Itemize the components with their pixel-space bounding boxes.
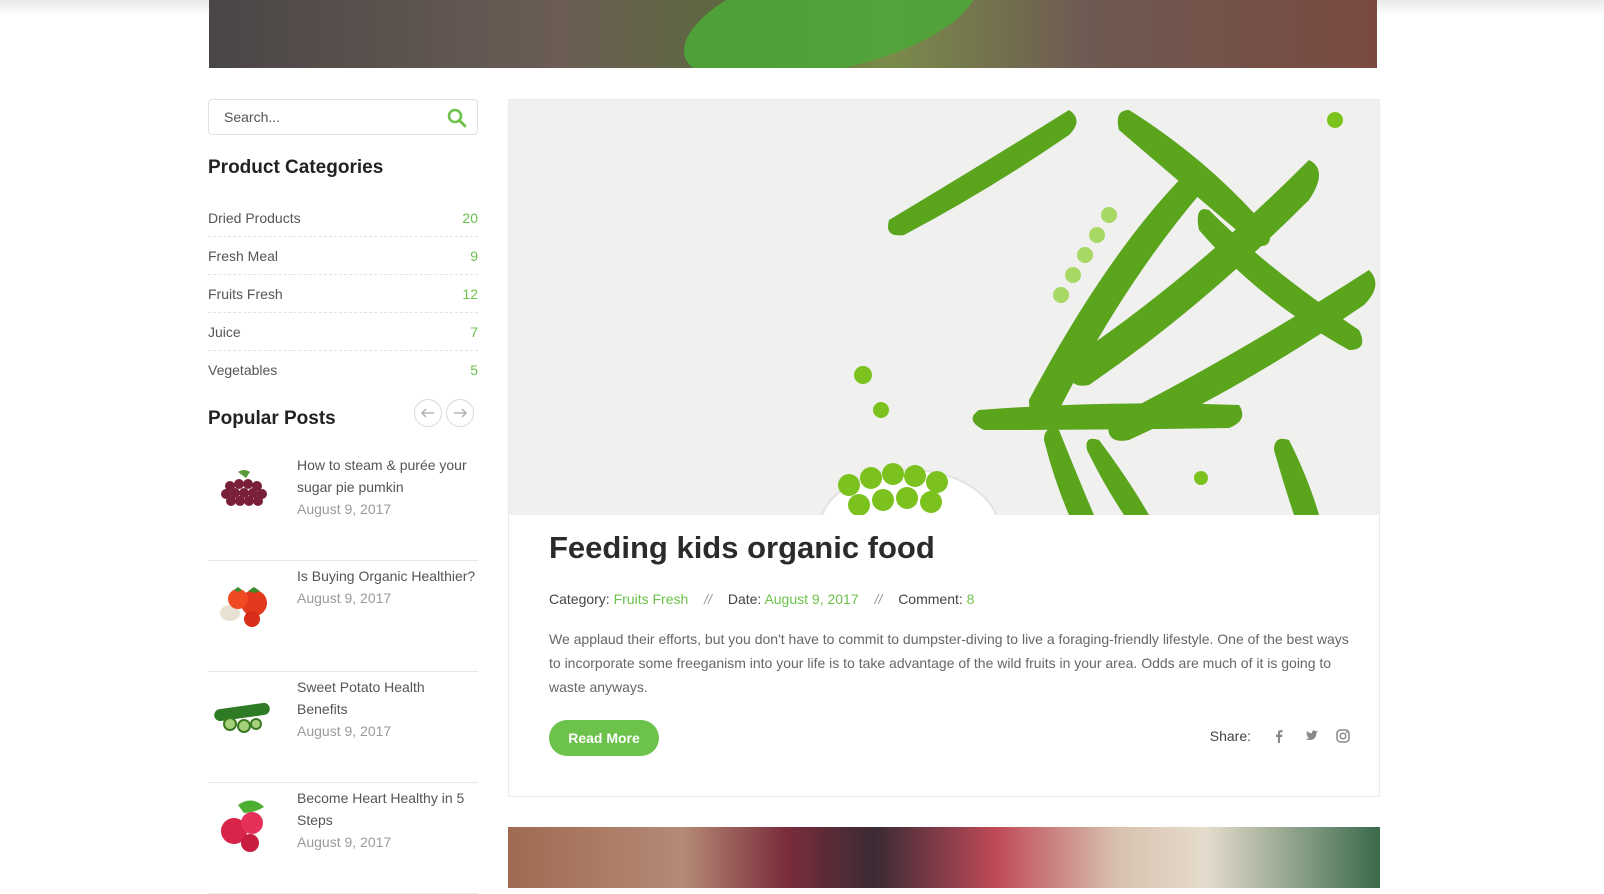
instagram-icon[interactable] — [1335, 728, 1351, 744]
category-count: 9 — [470, 247, 478, 264]
popular-post[interactable]: How to steam & purée your sugar pie pumk… — [208, 450, 478, 561]
post-title[interactable]: Is Buying Organic Healthier? — [297, 565, 477, 587]
popular-posts-list: How to steam & purée your sugar pie pumk… — [208, 450, 478, 894]
category-count: 12 — [462, 285, 478, 302]
popular-posts-title: Popular Posts — [208, 408, 336, 429]
post-text: Become Heart Healthy in 5 Steps August 9… — [297, 787, 477, 850]
next-post-image[interactable] — [508, 827, 1380, 888]
page-banner-image — [209, 0, 1377, 68]
popular-posts-nav — [414, 399, 474, 427]
meta-separator: // — [704, 591, 712, 607]
next-button[interactable] — [446, 399, 474, 427]
post-date: August 9, 2017 — [297, 834, 392, 850]
category-label: Dried Products — [208, 209, 301, 226]
category-label: Fresh Meal — [208, 247, 279, 264]
category-item-fruits-fresh[interactable]: Fruits Fresh 12 — [208, 275, 478, 313]
popular-post[interactable]: Is Buying Organic Healthier? August 9, 2… — [208, 561, 478, 672]
prev-button[interactable] — [414, 399, 442, 427]
post-date: August 9, 2017 — [297, 501, 392, 517]
post-thumbnail-grapes[interactable] — [208, 458, 278, 528]
post-thumbnail-cucumber[interactable] — [208, 680, 278, 750]
post-title[interactable]: Sweet Potato Health Benefits — [297, 676, 477, 720]
read-more-button[interactable]: Read More — [549, 720, 659, 756]
arrow-right-icon — [454, 408, 467, 418]
post-date-link[interactable]: August 9, 2017 — [764, 591, 858, 607]
category-label: Fruits Fresh — [208, 285, 283, 302]
search-icon[interactable] — [447, 108, 467, 128]
share-label: Share: — [1209, 728, 1251, 744]
meta-separator: // — [874, 591, 883, 607]
post-excerpt: We applaud their efforts, but you don't … — [549, 631, 1349, 695]
post-date: August 9, 2017 — [297, 590, 392, 606]
post-title[interactable]: How to steam & purée your sugar pie pumk… — [297, 454, 477, 498]
popular-post[interactable]: Sweet Potato Health Benefits August 9, 2… — [208, 672, 478, 783]
post-text: Sweet Potato Health Benefits August 9, 2… — [297, 676, 477, 739]
post-meta: Category: Fruits Fresh // Date: August 9… — [549, 591, 974, 607]
post-title[interactable]: Become Heart Healthy in 5 Steps — [297, 787, 477, 831]
category-item-juice[interactable]: Juice 7 — [208, 313, 478, 351]
blog-post-card: Feeding kids organic food Category: Frui… — [508, 99, 1380, 797]
category-count: 5 — [470, 362, 478, 378]
category-label: Vegetables — [208, 362, 278, 378]
category-item-fresh-meal[interactable]: Fresh Meal 9 — [208, 237, 478, 275]
popular-post[interactable]: Become Heart Healthy in 5 Steps August 9… — [208, 783, 478, 894]
post-text: How to steam & purée your sugar pie pumk… — [297, 454, 477, 517]
arrow-left-icon — [421, 408, 434, 418]
category-count: 7 — [470, 323, 478, 340]
categories-title: Product Categories — [208, 157, 384, 178]
search-box — [208, 99, 478, 135]
twitter-icon[interactable] — [1303, 728, 1319, 744]
banner-leaf — [670, 0, 988, 68]
category-list: Dried Products 20 Fresh Meal 9 Fruits Fr… — [208, 199, 478, 389]
post-featured-image[interactable] — [509, 100, 1379, 515]
post-text: Is Buying Organic Healthier? August 9, 2… — [297, 565, 477, 606]
category-item-vegetables[interactable]: Vegetables 5 — [208, 351, 478, 389]
comment-meta-label: Comment: — [898, 591, 963, 607]
post-category-link[interactable]: Fruits Fresh — [614, 591, 689, 607]
post-date: August 9, 2017 — [297, 723, 392, 739]
post-thumbnail-tomatoes[interactable] — [208, 569, 278, 639]
search-input[interactable] — [209, 108, 446, 126]
facebook-icon[interactable] — [1271, 728, 1287, 744]
category-item-dried-products[interactable]: Dried Products 20 — [208, 199, 478, 237]
date-meta-label: Date: — [727, 591, 762, 607]
category-label: Juice — [208, 323, 241, 340]
share-bar: Share: — [1210, 728, 1351, 744]
post-thumbnail-raspberries[interactable] — [208, 791, 278, 861]
category-count: 20 — [462, 209, 478, 226]
post-comment-count[interactable]: 8 — [967, 591, 975, 607]
category-meta-label: Category: — [549, 591, 610, 607]
post-title[interactable]: Feeding kids organic food — [549, 530, 935, 566]
